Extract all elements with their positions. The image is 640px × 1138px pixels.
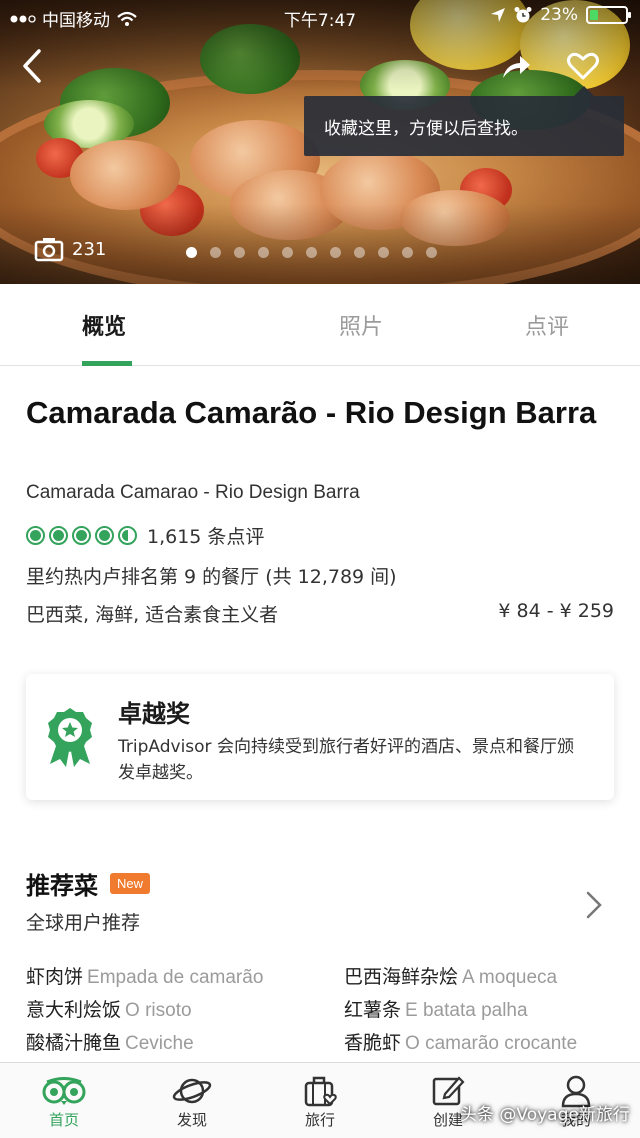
nav-create-label: 创建 — [432, 1111, 463, 1129]
award-card[interactable]: 卓越奖 TripAdvisor 会向持续受到旅行者好评的酒店、景点和餐厅颁发卓越… — [26, 674, 614, 800]
nav-discover[interactable]: 发现 — [128, 1063, 256, 1138]
restaurant-alt-name: Camarada Camarao - Rio Design Barra — [26, 482, 360, 503]
photo-count[interactable]: 231 — [34, 236, 106, 262]
carousel-dot[interactable] — [282, 247, 293, 258]
owl-logo-icon — [42, 1077, 86, 1105]
location-arrow-icon — [491, 8, 506, 22]
tab-photos[interactable]: 照片 — [268, 284, 454, 365]
carousel-dot[interactable] — [330, 247, 341, 258]
photo-count-value: 231 — [72, 238, 107, 260]
recommended-subtitle: 全球用户推荐 — [26, 912, 141, 934]
nav-trips[interactable]: 旅行 — [256, 1063, 384, 1138]
dish-item[interactable]: 意大利烩饭 O risoto — [26, 997, 344, 1024]
dish-item[interactable]: 巴西海鲜杂烩 A moqueca — [344, 964, 626, 991]
favorite-button[interactable] — [560, 44, 606, 88]
shrimp-image — [70, 140, 180, 210]
rating-bubble-icon — [72, 526, 91, 545]
nav-trips-label: 旅行 — [304, 1111, 335, 1129]
watermark: 头条 @Voyage新旅行 — [460, 1105, 630, 1125]
alarm-icon — [514, 7, 532, 23]
dish-item[interactable]: 虾肉饼 Empada de camarão — [26, 964, 344, 991]
dish-item[interactable]: 酸橘汁腌鱼 Ceviche — [26, 1030, 344, 1057]
cuisine-list: 巴西菜, 海鲜, 适合素食主义者 — [26, 604, 279, 626]
new-badge: New — [110, 873, 151, 894]
rating-bubbles — [26, 526, 137, 545]
planet-icon — [172, 1078, 212, 1104]
back-button[interactable] — [12, 44, 52, 88]
restaurant-name: Camarada Camarão - Rio Design Barra — [26, 395, 597, 430]
carousel-dot[interactable] — [306, 247, 317, 258]
save-tooltip[interactable]: 收藏这里，方便以后查找。 — [304, 86, 624, 156]
review-count: 1,615 条点评 — [147, 526, 265, 548]
tab-bar: 概览 照片 点评 — [0, 284, 640, 366]
rating-bubble-icon — [95, 526, 114, 545]
recommended-header[interactable]: 推荐菜 New — [26, 866, 151, 901]
tab-overview[interactable]: 概览 — [0, 284, 268, 366]
carousel-dot[interactable] — [186, 247, 197, 258]
price-range: ¥ 84 - ¥ 259 — [498, 600, 614, 622]
hero-photo[interactable]: 中国移动 下午7:47 23% 收藏这里，方便以后查找。 231 — [0, 0, 640, 284]
chevron-right-icon[interactable] — [584, 890, 606, 920]
nav-home-label: 首页 — [48, 1111, 79, 1129]
battery-icon — [586, 6, 631, 24]
carousel-dot[interactable] — [426, 247, 437, 258]
carousel-dot[interactable] — [234, 247, 245, 258]
rating-bubble-icon — [118, 526, 137, 545]
tab-reviews[interactable]: 点评 — [454, 284, 640, 365]
rating-row[interactable]: 1,615 条点评 — [26, 522, 264, 549]
dish-item[interactable]: 红薯条 E batata palha — [344, 997, 626, 1024]
carousel-dot[interactable] — [378, 247, 389, 258]
dish-list: 虾肉饼 Empada de camarão 巴西海鲜杂烩 A moqueca 意大利… — [26, 964, 626, 1057]
carousel-dot[interactable] — [258, 247, 269, 258]
carousel-dot[interactable] — [402, 247, 413, 258]
rating-bubble-icon — [49, 526, 68, 545]
carousel-dot[interactable] — [210, 247, 221, 258]
battery-percent: 23% — [540, 5, 578, 25]
share-button[interactable] — [494, 46, 538, 86]
carousel-dot[interactable] — [354, 247, 365, 258]
award-description: TripAdvisor 会向持续受到旅行者好评的酒店、景点和餐厅颁发卓越奖。 — [118, 737, 574, 783]
recommended-title: 推荐菜 — [26, 872, 98, 900]
share-icon — [503, 56, 530, 78]
nav-discover-label: 发现 — [176, 1111, 207, 1129]
camera-icon — [34, 238, 64, 262]
back-arrow-icon — [23, 49, 41, 83]
suitcase-heart-icon — [304, 1076, 337, 1107]
status-bar: 中国移动 下午7:47 23% — [0, 0, 640, 34]
nav-home[interactable]: 首页 — [0, 1063, 128, 1138]
rating-bubble-icon — [26, 526, 45, 545]
award-ribbon-icon — [48, 708, 92, 767]
heart-icon — [567, 52, 599, 80]
award-title: 卓越奖 — [118, 700, 190, 728]
ranking-text: 里约热内卢排名第 9 的餐厅 (共 12,789 间) — [26, 566, 397, 588]
dish-item[interactable]: 香脆虾 O camarão crocante — [344, 1030, 626, 1057]
carousel-dots — [186, 247, 437, 258]
